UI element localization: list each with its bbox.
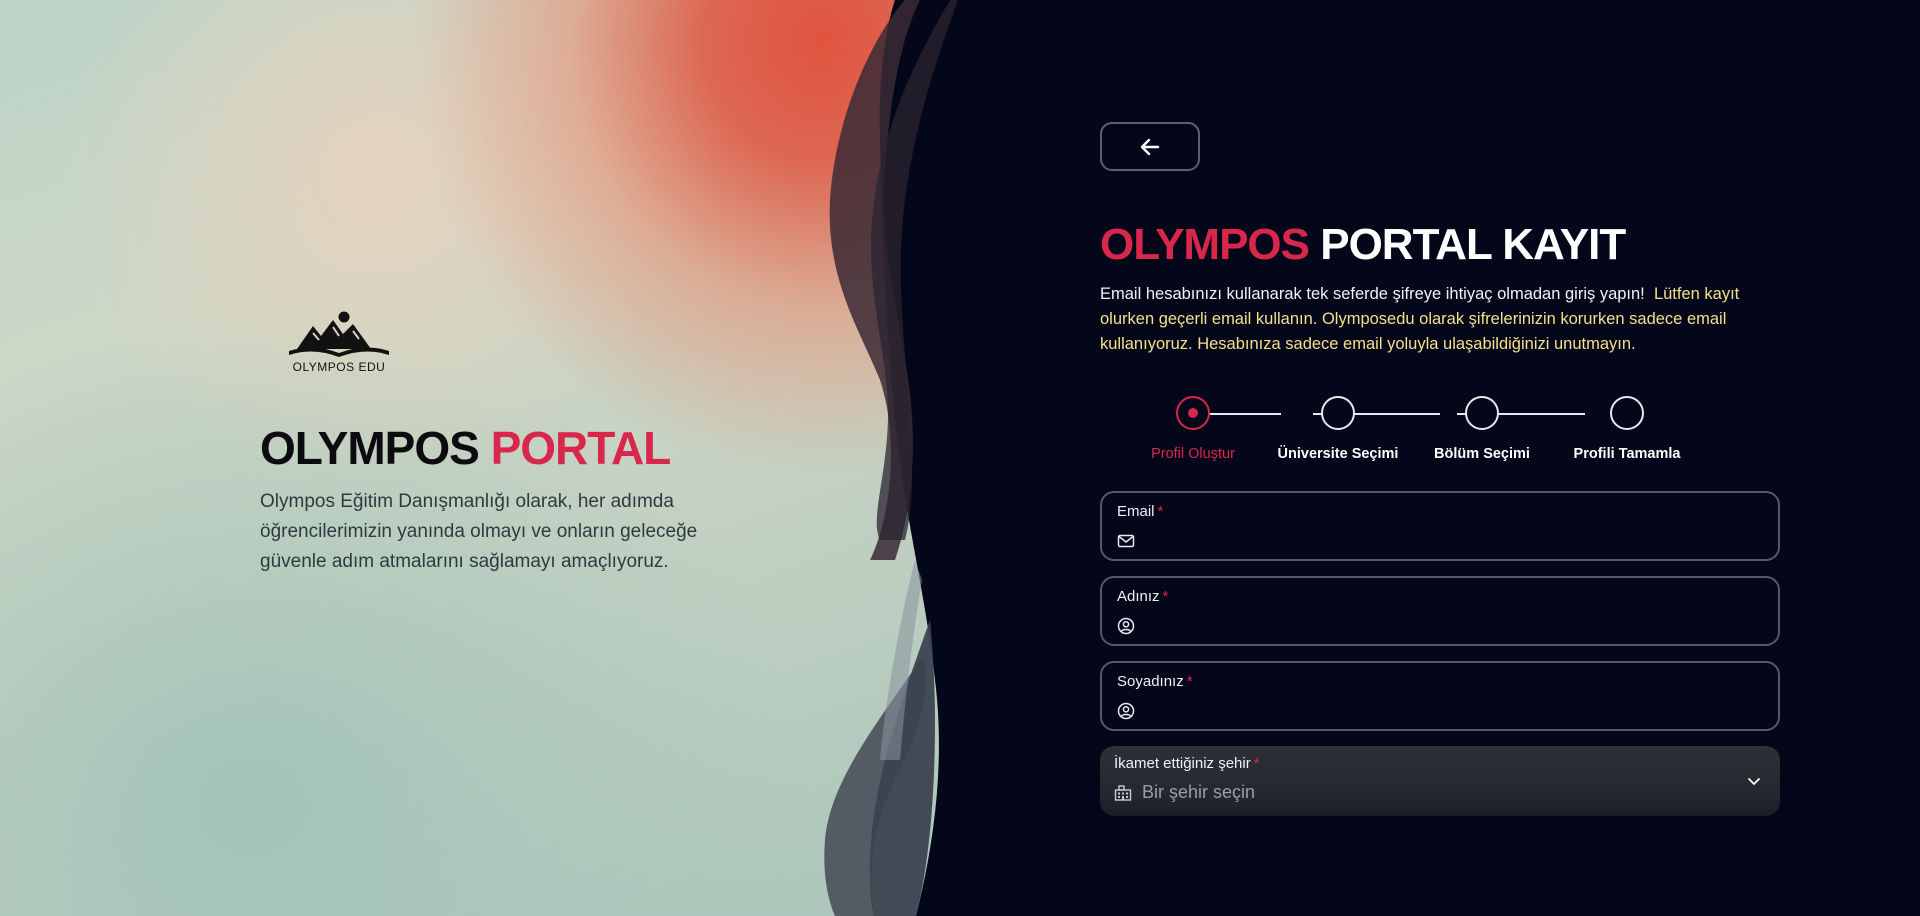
- registration-form: OLYMPOS PORTAL KAYIT Email hesabınızı ku…: [1100, 0, 1780, 916]
- city-label: İkamet ettiğiniz şehir *: [1114, 755, 1260, 772]
- email-label: Email *: [1117, 503, 1163, 520]
- mail-icon: [1117, 534, 1135, 548]
- arrow-left-icon: [1140, 138, 1160, 155]
- last-name-input[interactable]: [1144, 699, 1764, 723]
- back-button[interactable]: [1100, 122, 1200, 171]
- step-1-indicator[interactable]: [1176, 396, 1210, 430]
- mountain-book-icon: [289, 311, 389, 357]
- hero-title-accent: PORTAL: [490, 422, 672, 474]
- step-2-indicator[interactable]: [1321, 396, 1355, 430]
- step-4-indicator[interactable]: [1610, 396, 1644, 430]
- info-message: Email hesabınızı kullanarak tek seferde …: [1100, 285, 1645, 303]
- chevron-down-icon[interactable]: [1746, 773, 1762, 789]
- form-title: OLYMPOS PORTAL KAYIT: [1100, 220, 1626, 270]
- hero-title-main: OLYMPOS: [260, 422, 480, 474]
- city-select[interactable]: İkamet ettiğiniz şehir * Bir şehir seçin: [1100, 746, 1780, 816]
- form-title-main: PORTAL KAYIT: [1320, 220, 1626, 269]
- step-connector: [1210, 413, 1281, 415]
- step-3-label: Bölüm Seçimi: [1434, 446, 1530, 462]
- user-circle-icon: [1117, 617, 1135, 635]
- first-name-label: Adınız *: [1117, 588, 1168, 605]
- email-input[interactable]: [1144, 529, 1764, 553]
- first-name-field[interactable]: Adınız *: [1100, 576, 1780, 646]
- user-circle-icon: [1117, 702, 1135, 720]
- form-title-accent: OLYMPOS: [1100, 220, 1310, 269]
- last-name-label-text: Soyadınız: [1117, 673, 1184, 690]
- olympos-logo: OLYMPOS EDU: [283, 309, 395, 375]
- email-field[interactable]: Email *: [1100, 491, 1780, 561]
- info-text: Email hesabınızı kullanarak tek seferde …: [1100, 282, 1780, 357]
- first-name-label-text: Adınız: [1117, 588, 1160, 605]
- last-name-label: Soyadınız *: [1117, 673, 1193, 690]
- step-2-label: Üniversite Seçimi: [1277, 446, 1399, 462]
- step-1-label: Profil Oluştur: [1151, 446, 1235, 462]
- building-icon: [1114, 785, 1132, 801]
- email-label-text: Email: [1117, 503, 1155, 520]
- city-label-text: İkamet ettiğiniz şehir: [1114, 755, 1251, 772]
- logo-text: OLYMPOS EDU: [292, 360, 386, 374]
- required-mark: *: [1253, 755, 1260, 772]
- required-mark: *: [1157, 503, 1164, 520]
- brand-panel: OLYMPOS EDU OLYMPOS PORTAL Olympos Eğiti…: [0, 0, 960, 916]
- required-mark: *: [1186, 673, 1193, 690]
- step-3-indicator[interactable]: [1465, 396, 1499, 430]
- step-1-active-dot: [1188, 408, 1198, 418]
- registration-stepper: Profil Oluştur Üniversite Seçimi Bölüm S…: [1100, 396, 1780, 466]
- required-mark: *: [1162, 588, 1169, 605]
- last-name-field[interactable]: Soyadınız *: [1100, 661, 1780, 731]
- first-name-input[interactable]: [1144, 614, 1764, 638]
- hero-title: OLYMPOS PORTAL: [260, 421, 672, 475]
- step-4-label: Profili Tamamla: [1573, 446, 1681, 462]
- hero-description: Olympos Eğitim Danışmanlığı olarak, her …: [260, 491, 698, 572]
- city-placeholder: Bir şehir seçin: [1142, 782, 1256, 802]
